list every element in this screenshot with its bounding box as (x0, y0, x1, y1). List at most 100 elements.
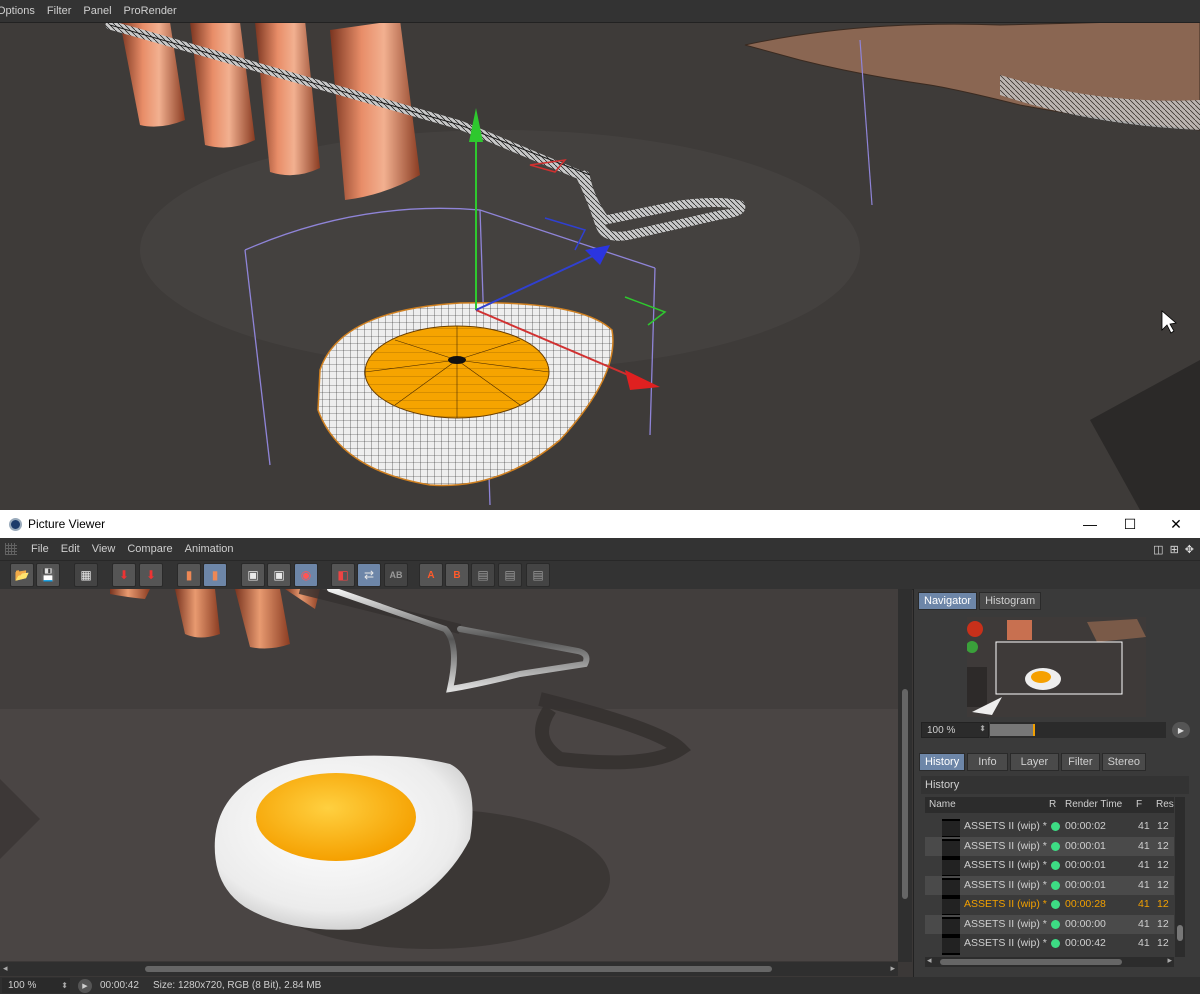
monitor-a-icon: ▣ (247, 568, 259, 582)
history-scroll-right-icon[interactable]: ▸ (1167, 955, 1172, 966)
history-row[interactable]: ASSETS II (wip) * 00:00:28 41 12 (925, 895, 1174, 916)
scroll-left-icon[interactable]: ◂ (3, 963, 8, 974)
history-row[interactable]: ASSETS II (wip) * 00:00:42 41 12 (925, 934, 1174, 955)
status-zoom-spinner-icon[interactable]: ⬍ (61, 981, 68, 990)
col-render-time[interactable]: Render Time (1065, 799, 1122, 810)
picture-viewer-titlebar[interactable]: Picture Viewer (0, 510, 1200, 538)
history-row[interactable]: ASSETS II (wip) * 00:00:02 41 12 (925, 817, 1174, 838)
history-name: ASSETS II (wip) * (964, 820, 1047, 832)
menu-edit[interactable]: Edit (55, 543, 86, 555)
history-frame: 41 (1138, 917, 1150, 930)
navigator-thumbnail[interactable] (967, 617, 1146, 717)
open-button[interactable]: 📂 (10, 563, 34, 587)
render-view-vertical-scrollbar[interactable] (898, 589, 912, 962)
zoom-slider-handle[interactable] (1033, 724, 1035, 736)
crop-view-button[interactable]: ▤ (526, 563, 550, 587)
swap-button[interactable]: ⇄ (357, 563, 381, 587)
folder-open-icon: 📂 (14, 568, 30, 582)
viewport-scene (0, 19, 1200, 510)
history-vscroll-thumb[interactable] (1177, 925, 1183, 941)
layout-toggle-icon[interactable]: ◫ (1153, 543, 1163, 556)
history-frame: 41 (1138, 839, 1150, 852)
grid-icon: ▦ (80, 568, 92, 582)
history-thumbnail (942, 819, 960, 838)
tab-layer[interactable]: Layer (1009, 753, 1060, 771)
history-name: ASSETS II (wip) * (964, 937, 1047, 949)
set-a-button[interactable]: A (419, 563, 443, 587)
tab-filter[interactable]: Filter (1061, 753, 1100, 771)
monitor-b-icon: ▣ (273, 568, 285, 582)
tab-histogram[interactable]: Histogram (979, 592, 1042, 610)
col-r[interactable]: R (1049, 799, 1056, 810)
status-bar: 100 % ⬍ ▶ 00:00:42 Size: 1280x720, RGB (… (0, 977, 1200, 994)
history-row[interactable]: ASSETS II (wip) * 00:00:00 41 12 (925, 914, 1174, 936)
navigator-zoom-field[interactable]: 100 % ⬍ (921, 722, 989, 738)
render-view-vscroll-thumb[interactable] (902, 689, 908, 899)
zoom-spinner-icon[interactable]: ⬍ (979, 724, 986, 733)
view-a-button[interactable]: ▣ (241, 563, 265, 587)
move-panel-icon[interactable]: ✥ (1185, 543, 1194, 556)
tab-info[interactable]: Info (967, 753, 1008, 771)
copy-frame-button[interactable]: ▮ (177, 563, 201, 587)
tab-stereo[interactable]: Stereo (1101, 753, 1146, 771)
col-res[interactable]: Res (1156, 799, 1174, 810)
history-horizontal-scrollbar[interactable]: ◂ ▸ (925, 955, 1174, 967)
new-window-icon[interactable]: ⊞ (1170, 543, 1179, 556)
status-zoom-field[interactable]: 100 % ⬍ (2, 978, 70, 993)
history-resolution: 12 (1157, 898, 1169, 910)
menu-compare[interactable]: Compare (121, 543, 178, 555)
render-status-dot (1051, 939, 1060, 948)
split-ab-button[interactable]: ◧ (331, 563, 355, 587)
minimize-button[interactable]: — (1068, 510, 1112, 538)
history-row[interactable]: ASSETS II (wip) * 00:00:01 41 12 (925, 875, 1174, 897)
menu-animation[interactable]: Animation (179, 543, 240, 555)
render-view[interactable] (0, 589, 898, 961)
history-thumbnail (942, 936, 960, 955)
history-vertical-scrollbar[interactable] (1175, 797, 1185, 957)
tab-navigator[interactable]: Navigator (918, 592, 978, 610)
viewport-menu-filter[interactable]: Filter (41, 5, 77, 17)
col-frame[interactable]: F (1136, 799, 1142, 810)
history-name: ASSETS II (wip) * (964, 917, 1047, 930)
zoom-view-button[interactable]: ▤ (498, 563, 522, 587)
menu-view[interactable]: View (86, 543, 122, 555)
history-row[interactable]: ASSETS II (wip) * 00:00:01 41 12 (925, 856, 1174, 877)
close-button[interactable]: ✕ (1154, 510, 1198, 538)
set-b-button[interactable]: B (445, 563, 469, 587)
history-scroll-left-icon[interactable]: ◂ (927, 955, 932, 966)
render-view-horizontal-scrollbar[interactable]: ◂ ▸ (0, 962, 898, 976)
maximize-button[interactable]: ☐ (1108, 510, 1152, 538)
history-render-time: 00:00:01 (1065, 839, 1106, 852)
tab-history[interactable]: History (919, 753, 966, 771)
swap-icon: ⇄ (363, 568, 375, 582)
col-name[interactable]: Name (929, 799, 956, 810)
3d-viewport[interactable]: Options Filter Panel ProRender (0, 0, 1200, 510)
view-b-button[interactable]: ▣ (267, 563, 291, 587)
scroll-right-icon[interactable]: ▸ (890, 963, 895, 974)
render-active-button[interactable]: ⬇ (139, 563, 163, 587)
window-title: Picture Viewer (28, 517, 106, 531)
history-frame-button[interactable]: ▮ (203, 563, 227, 587)
save-button[interactable]: 💾 (36, 563, 60, 587)
history-frame: 41 (1138, 820, 1150, 832)
viewport-menu-panel[interactable]: Panel (77, 5, 117, 17)
render-region-button[interactable]: ⬇ (112, 563, 136, 587)
grid-button[interactable]: ▦ (74, 563, 98, 587)
render-status-dot (1051, 919, 1060, 929)
toggle-ab-button[interactable]: AB (384, 563, 408, 587)
history-resolution: 12 (1157, 917, 1169, 930)
history-hscroll-thumb[interactable] (940, 959, 1122, 965)
history-frame: 41 (1138, 859, 1150, 871)
view-compare-button[interactable]: ◉ (294, 563, 318, 587)
status-play-icon[interactable]: ▶ (78, 978, 92, 993)
render-view-hscroll-thumb[interactable] (145, 966, 772, 972)
fit-view-button[interactable]: ▤ (471, 563, 495, 587)
status-render-time: 00:00:42 (100, 980, 139, 991)
menu-file[interactable]: File (25, 543, 55, 555)
rendered-image (0, 589, 898, 961)
viewport-menu-options[interactable]: Options (0, 5, 41, 17)
navigator-zoom-slider[interactable] (990, 722, 1166, 738)
play-icon[interactable]: ▶ (1172, 722, 1190, 738)
history-row[interactable]: ASSETS II (wip) * 00:00:01 41 12 (925, 836, 1174, 858)
viewport-menu-prorender[interactable]: ProRender (118, 5, 183, 17)
